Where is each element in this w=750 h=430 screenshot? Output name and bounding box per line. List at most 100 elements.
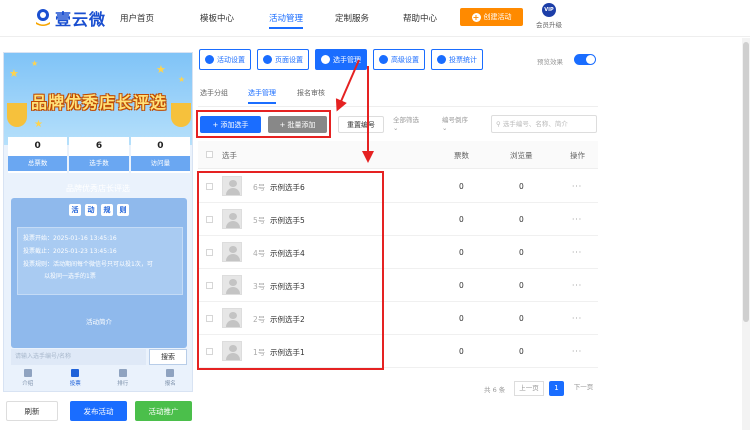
sliders-icon	[379, 55, 388, 64]
view-count: 0	[519, 248, 524, 257]
vip-upgrade[interactable]: VIP 会员升级	[534, 3, 564, 29]
subtab-groups[interactable]: 选手分组	[200, 88, 228, 98]
tab-vote-statistics[interactable]: 投票统计	[431, 49, 483, 70]
preview-search-button[interactable]: 搜索	[149, 349, 187, 365]
view-count: 0	[519, 281, 524, 290]
top-bar: 壹云微 用户首页 模板中心 活动管理 定制服务 帮助中心 + 创建活动 VIP …	[0, 0, 750, 37]
brand-name: 壹云微	[55, 10, 107, 29]
nav-help-center[interactable]: 帮助中心	[403, 12, 437, 24]
header-ops: 操作	[570, 151, 585, 160]
stat-total-votes: 0 总票数	[8, 137, 68, 173]
promote-activity-button[interactable]: 活动推广	[135, 401, 192, 421]
logo[interactable]: 壹云微	[33, 6, 106, 30]
nav-user-home[interactable]: 用户首页	[120, 12, 154, 24]
gear-icon	[205, 55, 214, 64]
more-actions-icon[interactable]: ···	[572, 314, 582, 323]
more-actions-icon[interactable]: ···	[572, 182, 582, 191]
vote-count: 0	[459, 182, 464, 191]
subtab-contestants[interactable]: 选手管理	[248, 88, 276, 104]
vote-rule: 投票规则：活动期间每个微信号只可以投1次，可	[23, 261, 153, 268]
tab-page-settings[interactable]: 页面设置	[257, 49, 309, 70]
refresh-button[interactable]: 刷新	[6, 401, 58, 421]
table-header: 选手 票数 浏览量 操作	[198, 141, 598, 169]
preview-stats: 0 总票数 6 选手数 0 访问量	[8, 137, 190, 173]
preview-search: 请输入选手编号/名称 搜索	[11, 349, 187, 365]
vote-count: 0	[459, 248, 464, 257]
create-activity-button[interactable]: + 创建活动	[460, 8, 523, 26]
more-actions-icon[interactable]: ···	[572, 248, 582, 257]
mobile-preview: ★ ★ ★ ★ ★ 品牌优秀店长评选 0 总票数 6 选手数 0 访问量 品牌优…	[3, 52, 193, 392]
rules-heading: 活 动 规 则	[69, 204, 129, 216]
highlight-box-actions	[196, 110, 331, 138]
vote-start: 投票开始：2025-01-16 13:45:16	[23, 235, 117, 242]
more-actions-icon[interactable]: ···	[572, 347, 582, 356]
preview-toggle[interactable]	[574, 54, 596, 65]
subtab-signup-review[interactable]: 报名审核	[297, 88, 325, 98]
vip-badge-icon: VIP	[542, 3, 556, 17]
view-count: 0	[519, 215, 524, 224]
preview-nav-rank[interactable]: 排行	[99, 366, 147, 391]
bar-chart-icon	[118, 369, 127, 377]
preview-bottom-nav: 介绍 投票 排行 报名	[4, 366, 193, 391]
chevron-down-icon: ⌄	[442, 124, 448, 132]
vote-end: 投票截止：2025-01-23 13:45:16	[23, 248, 117, 255]
rules-info: 投票开始：2025-01-16 13:45:16 投票截止：2025-01-23…	[17, 227, 183, 295]
divider	[198, 106, 598, 107]
star-icon: ★	[156, 63, 166, 76]
prev-page-button[interactable]: 上一页	[514, 381, 544, 396]
preview-activity-name: 品牌优秀店长评选	[66, 184, 130, 193]
reset-number-button[interactable]: 重置编号	[338, 116, 384, 133]
preview-nav-vote[interactable]: 投票	[52, 366, 100, 391]
page-scrollbar[interactable]	[742, 38, 750, 430]
preview-nav-signup[interactable]: 报名	[147, 366, 193, 391]
star-icon: ★	[31, 59, 39, 68]
header-votes: 票数	[454, 151, 469, 160]
header-views: 浏览量	[510, 151, 533, 160]
gear-icon	[263, 55, 272, 64]
sort-select[interactable]: 编号倒序 ⌄	[442, 116, 468, 132]
tab-contestant-management[interactable]: 选手管理	[315, 49, 367, 70]
activity-intro-label: 活动简介	[86, 318, 112, 326]
logo-icon	[33, 8, 53, 28]
highlight-box-contestants	[197, 171, 384, 370]
stat-visits: 0 访问量	[130, 137, 190, 173]
search-icon: ⚲	[496, 120, 503, 128]
preview-toggle-label: 预览效果	[537, 58, 563, 66]
header-contestant: 选手	[222, 151, 237, 160]
filter-all-select[interactable]: 全部筛选 ⌄	[393, 116, 419, 132]
vip-label: 会员升级	[536, 21, 562, 29]
preview-search-input[interactable]: 请输入选手编号/名称	[11, 349, 146, 365]
more-actions-icon[interactable]: ···	[572, 281, 582, 290]
star-icon: ★	[9, 67, 19, 80]
contestant-search-input[interactable]: ⚲ 选手编号、名称、简介	[491, 115, 597, 133]
nav-activity-management[interactable]: 活动管理	[269, 12, 304, 29]
plus-circle-icon: +	[471, 12, 481, 22]
nav-custom-service[interactable]: 定制服务	[335, 12, 369, 24]
next-page-button[interactable]: 下一页	[569, 381, 598, 396]
flag-icon	[71, 369, 80, 377]
nav-template-center[interactable]: 模板中心	[200, 12, 234, 24]
stat-contestants: 6 选手数	[69, 137, 129, 173]
page-1-button[interactable]: 1	[549, 381, 564, 396]
star-icon: ★	[34, 119, 43, 130]
vote-rule-cont: 以投同一选手的1票	[44, 273, 96, 280]
tab-advanced-settings[interactable]: 高级设置	[373, 49, 425, 70]
bar-chart-icon	[437, 55, 446, 64]
more-actions-icon[interactable]: ···	[572, 215, 582, 224]
select-all-checkbox[interactable]	[206, 151, 213, 158]
scrollbar-thumb[interactable]	[743, 42, 749, 322]
vote-count: 0	[459, 281, 464, 290]
preview-nav-intro[interactable]: 介绍	[4, 366, 52, 391]
chevron-down-icon: ⌄	[393, 124, 399, 132]
vote-count: 0	[459, 347, 464, 356]
view-count: 0	[519, 182, 524, 191]
hand-icon	[166, 369, 175, 377]
preview-banner: ★ ★ ★ ★ ★ 品牌优秀店长评选	[4, 53, 192, 145]
view-count: 0	[519, 347, 524, 356]
tab-activity-settings[interactable]: 活动设置	[199, 49, 251, 70]
users-icon	[321, 55, 330, 64]
vote-count: 0	[459, 314, 464, 323]
vote-count: 0	[459, 215, 464, 224]
intro-icon	[23, 369, 32, 377]
publish-activity-button[interactable]: 发布活动	[70, 401, 127, 421]
